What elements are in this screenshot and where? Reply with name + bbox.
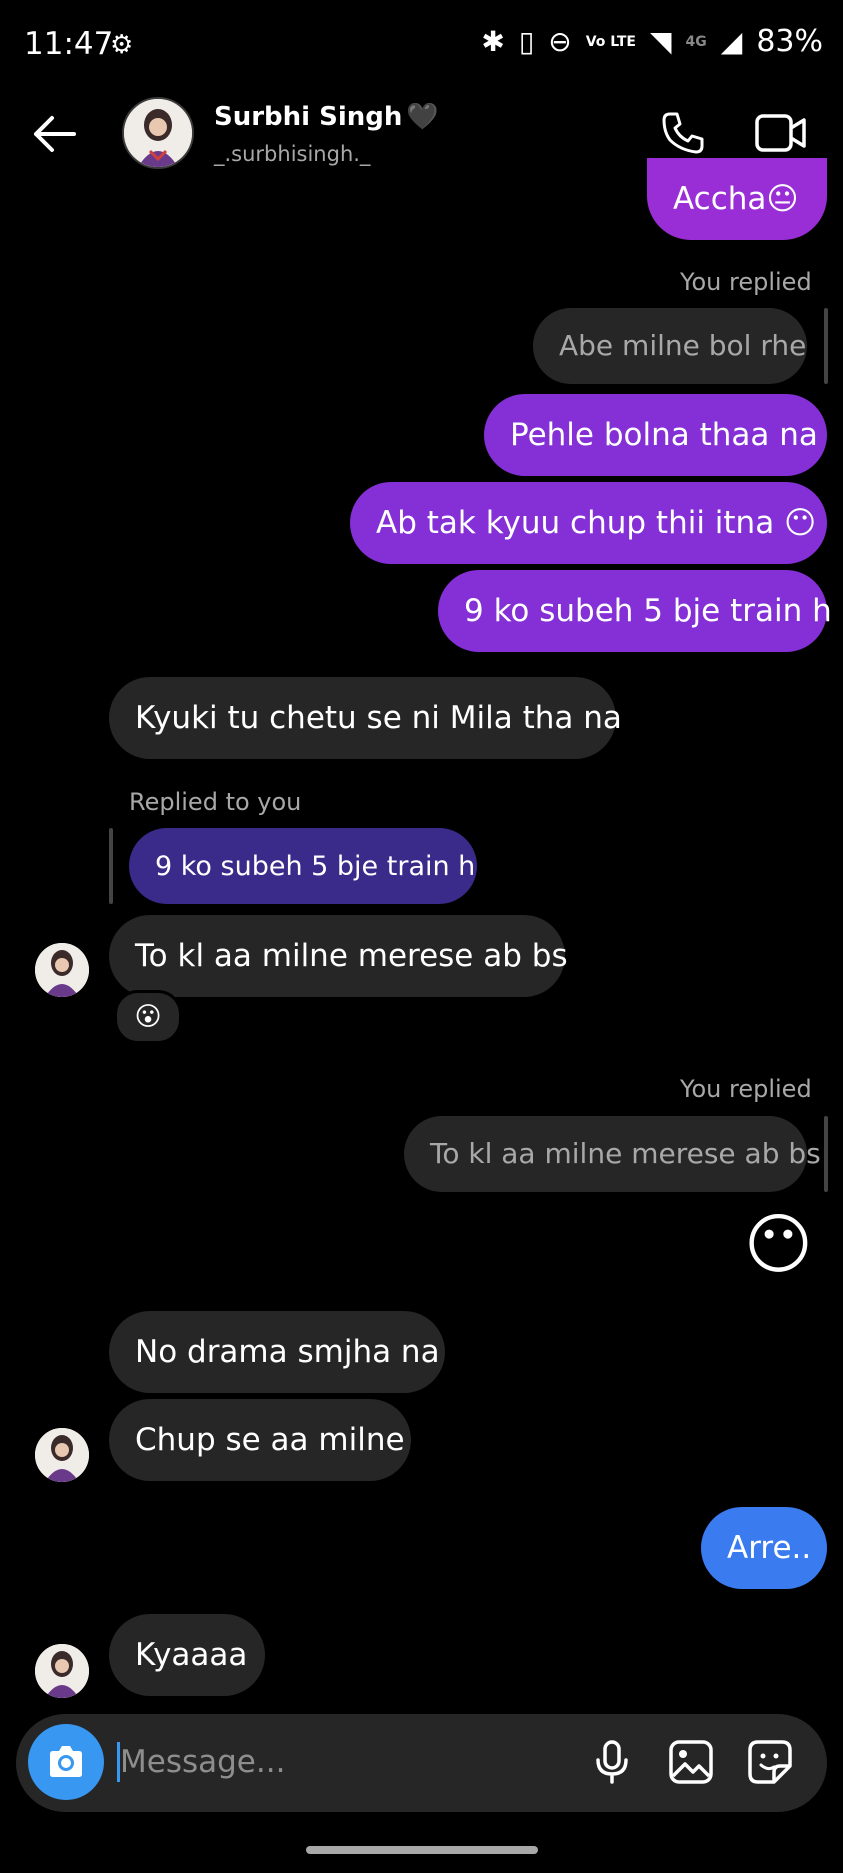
signal-icon: ◢ [720, 25, 743, 58]
outgoing-message[interactable]: Pehle bolna thaa na [484, 394, 827, 476]
quote-bar [824, 308, 828, 384]
contact-avatar[interactable] [122, 97, 194, 169]
home-indicator[interactable] [306, 1846, 538, 1854]
wifi-icon: ◥ [649, 25, 672, 58]
back-arrow-icon[interactable] [28, 108, 80, 160]
quote-bar [824, 1116, 828, 1192]
contact-username: _.surbhisingh._ [214, 142, 371, 166]
sender-avatar[interactable] [35, 943, 89, 997]
camera-button[interactable] [28, 1724, 104, 1800]
incoming-message[interactable]: Kyuki tu chetu se ni Mila tha na [109, 677, 622, 759]
video-call-icon[interactable] [754, 110, 808, 156]
phone-call-icon[interactable] [660, 110, 706, 156]
you-replied-label: You replied [680, 1075, 812, 1103]
contact-name-text: Surbhi Singh [214, 102, 403, 132]
sticker-icon[interactable] [746, 1738, 794, 1786]
vibrate-icon: ▯ [518, 25, 535, 58]
sender-avatar[interactable] [35, 1428, 89, 1482]
incoming-message[interactable]: No drama smjha na [109, 1311, 445, 1393]
replied-to-you-label: Replied to you [129, 788, 302, 816]
camera-icon [50, 1746, 82, 1777]
outgoing-emoji-message[interactable]: 😶 [744, 1206, 813, 1283]
incoming-message[interactable]: To kl aa milne merese ab bs [109, 915, 568, 997]
status-time: 11:47 [24, 26, 114, 62]
outgoing-message[interactable]: Arre.. [701, 1507, 827, 1589]
quoted-message[interactable]: Abe milne bol rhe [533, 308, 807, 384]
network-type: 4G [685, 33, 707, 50]
black-heart-emoji: 🖤 [406, 102, 439, 132]
microphone-icon[interactable] [588, 1738, 636, 1786]
sender-avatar[interactable] [35, 1644, 89, 1698]
quoted-message[interactable]: 9 ko subeh 5 bje train h [129, 828, 477, 904]
outgoing-message[interactable]: Accha😐 [647, 158, 827, 240]
quoted-message[interactable]: To kl aa milne merese ab bs [404, 1116, 821, 1192]
outgoing-message[interactable]: 9 ko subeh 5 bje train h [438, 570, 832, 652]
incoming-message[interactable]: Kyaaaa [109, 1614, 265, 1696]
status-icons: ✱ ▯ ⊖ Vo LTE ◥ 4G ◢ 83% [481, 24, 823, 59]
incoming-message[interactable]: Chup se aa milne [109, 1399, 411, 1481]
quote-bar [109, 828, 113, 904]
message-input[interactable] [118, 1738, 562, 1786]
battery-level: 83% [756, 24, 823, 59]
contact-name[interactable]: Surbhi Singh 🖤 [214, 102, 439, 132]
gallery-icon[interactable] [667, 1738, 715, 1786]
settings-gear-icon: ⚙ [110, 30, 134, 60]
do-not-disturb-icon: ⊖ [548, 25, 572, 58]
reaction-emoji[interactable]: 😮 [114, 990, 182, 1044]
bluetooth-icon: ✱ [481, 25, 505, 58]
you-replied-label: You replied [680, 268, 812, 296]
volte-label: Vo LTE [585, 33, 636, 50]
outgoing-message[interactable]: Ab tak kyuu chup thii itna 😶 [350, 482, 827, 564]
